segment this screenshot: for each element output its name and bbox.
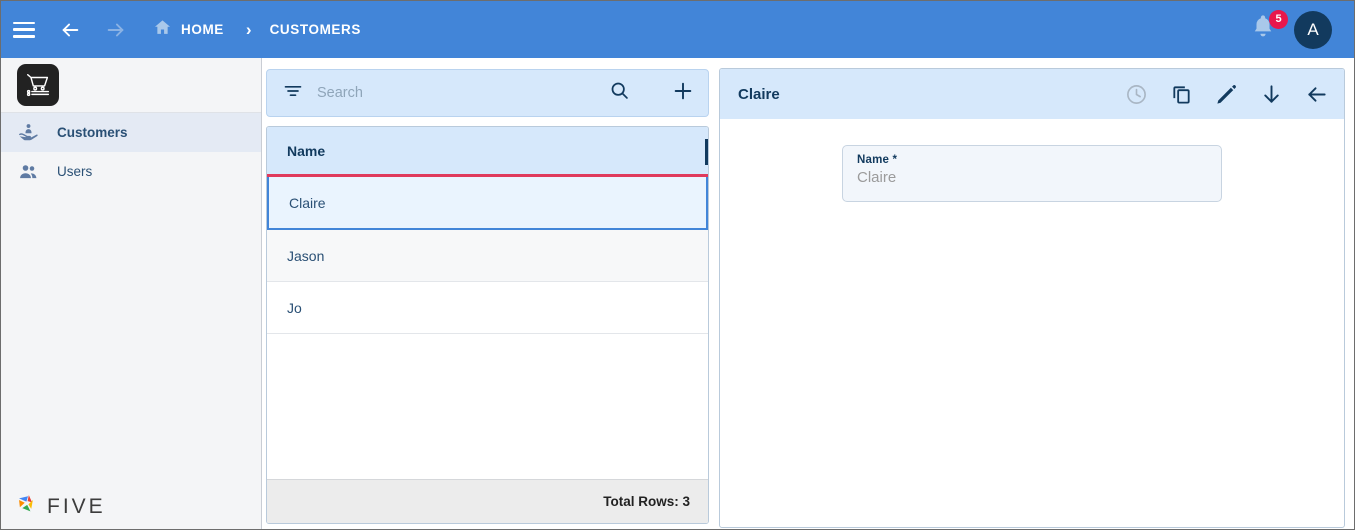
sidebar: Customers Users FIVE [1, 58, 262, 529]
sidebar-logo-area [1, 58, 261, 113]
customer-grid: Name Claire Jason Jo Total Rows: 3 [266, 126, 709, 524]
filter-icon[interactable] [283, 81, 303, 106]
table-row[interactable]: Jo [267, 282, 708, 334]
home-icon [153, 18, 172, 42]
edit-pencil-icon[interactable] [1214, 82, 1238, 106]
column-resize-handle[interactable] [705, 139, 708, 165]
customer-support-icon [17, 122, 39, 144]
top-navigation-bar: HOME › CUSTOMERS 5 A [1, 1, 1354, 58]
grid-footer: Total Rows: 3 [267, 479, 708, 523]
table-cell-name: Jo [287, 299, 302, 316]
grid-header-row: Name [267, 127, 708, 177]
users-icon [17, 161, 39, 183]
search-input[interactable] [317, 85, 595, 101]
grid-column-header-name[interactable]: Name [287, 143, 325, 159]
download-arrow-icon[interactable] [1259, 82, 1283, 106]
total-rows-label: Total Rows: 3 [603, 494, 690, 509]
breadcrumb-current: CUSTOMERS [269, 22, 361, 37]
nav-forward-button[interactable] [93, 7, 139, 53]
five-brand-text: FIVE [47, 494, 106, 518]
bell-icon [1250, 14, 1276, 43]
arrow-left-icon [59, 19, 81, 41]
breadcrumb-separator: › [245, 20, 252, 39]
breadcrumb-home[interactable]: HOME [153, 18, 224, 42]
breadcrumb-home-label: HOME [181, 22, 224, 37]
table-row[interactable]: Claire [267, 177, 708, 230]
detail-action-group [1124, 82, 1328, 106]
table-cell-name: Jason [287, 247, 325, 264]
notification-badge: 5 [1269, 9, 1288, 29]
menu-toggle-button[interactable] [1, 7, 47, 53]
back-arrow-icon[interactable] [1304, 82, 1328, 106]
customer-list-panel: Name Claire Jason Jo Total Rows: 3 [263, 58, 712, 529]
user-avatar[interactable]: A [1294, 10, 1332, 49]
table-cell-name: Claire [289, 194, 326, 211]
sidebar-item-users-label: Users [57, 164, 93, 179]
name-field[interactable]: Name * Claire [842, 145, 1222, 202]
detail-header: Claire [720, 69, 1344, 119]
hamburger-icon [13, 21, 35, 38]
search-bar [266, 69, 709, 117]
name-field-value: Claire [857, 169, 897, 186]
name-field-label: Name * [857, 154, 898, 166]
search-icon[interactable] [609, 80, 630, 106]
detail-card: Claire Name * Claire [719, 68, 1345, 528]
history-clock-icon[interactable] [1124, 82, 1148, 106]
shopping-cart-logo [17, 64, 59, 106]
arrow-right-icon [105, 19, 127, 41]
customer-detail-panel: Claire Name * Claire [717, 58, 1354, 529]
detail-form: Name * Claire [720, 119, 1344, 202]
table-row[interactable]: Jason [267, 230, 708, 282]
sidebar-item-users[interactable]: Users [1, 152, 261, 191]
topbar-right-group: 5 A [1250, 9, 1340, 49]
notifications-button[interactable]: 5 [1250, 9, 1288, 47]
detail-title: Claire [738, 85, 780, 103]
sidebar-item-customers[interactable]: Customers [1, 113, 261, 152]
five-brand-logo: FIVE [15, 491, 106, 522]
copy-icon[interactable] [1169, 82, 1193, 106]
app-window: HOME › CUSTOMERS 5 A Customers Users FIV… [0, 0, 1355, 530]
five-pinwheel-logo [15, 491, 41, 522]
nav-back-button[interactable] [47, 7, 93, 53]
sidebar-item-customers-label: Customers [57, 125, 128, 140]
plus-icon[interactable] [672, 80, 694, 107]
